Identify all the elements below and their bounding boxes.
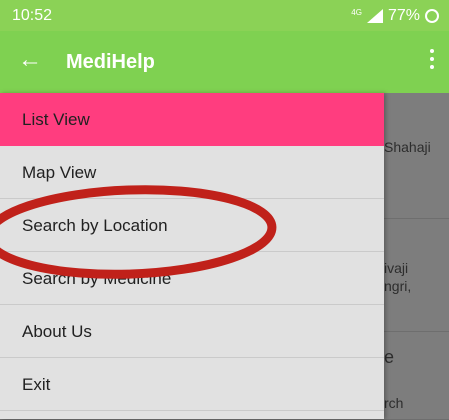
drawer-item-about-us[interactable]: About Us [0, 305, 384, 358]
arrow-back-icon[interactable]: ← [18, 48, 42, 72]
list-item-text: ivaji [384, 260, 409, 276]
signal-icon [366, 9, 383, 23]
drawer-item-search-by-location[interactable]: Search by Location [0, 199, 384, 252]
navigation-drawer: List View Map View Search by Location Se… [0, 93, 384, 419]
app-bar: ← MediHelp [0, 31, 449, 93]
drawer-item-label: List View [22, 110, 90, 129]
app-title: MediHelp [66, 51, 155, 73]
more-vert-icon[interactable] [429, 49, 435, 73]
battery-percent: 77% [387, 7, 420, 24]
drawer-item-search-by-medicine[interactable]: Search by Medicine [0, 252, 384, 305]
network-type-label: 4G [351, 7, 362, 17]
list-item-text: e [384, 347, 395, 367]
drawer-item-label: About Us [22, 322, 92, 341]
drawer-item-label: Search by Medicine [22, 269, 172, 288]
list-item-text: rch [384, 395, 404, 411]
drawer-item-list-view[interactable]: List View [0, 93, 384, 146]
battery-icon [425, 9, 439, 23]
drawer-item-label: Exit [22, 375, 51, 394]
list-item-text: Shahaji [384, 139, 431, 155]
status-indicators: 4G 77% [351, 7, 439, 25]
status-bar: 10:52 4G 77% [0, 0, 449, 31]
drawer-item-map-view[interactable]: Map View [0, 146, 384, 199]
drawer-item-label: Search by Location [22, 216, 168, 235]
status-time: 10:52 [12, 7, 53, 24]
drawer-item-label: Map View [22, 163, 97, 182]
drawer-item-exit[interactable]: Exit [0, 358, 384, 411]
list-item-text: ngri, [384, 278, 412, 294]
